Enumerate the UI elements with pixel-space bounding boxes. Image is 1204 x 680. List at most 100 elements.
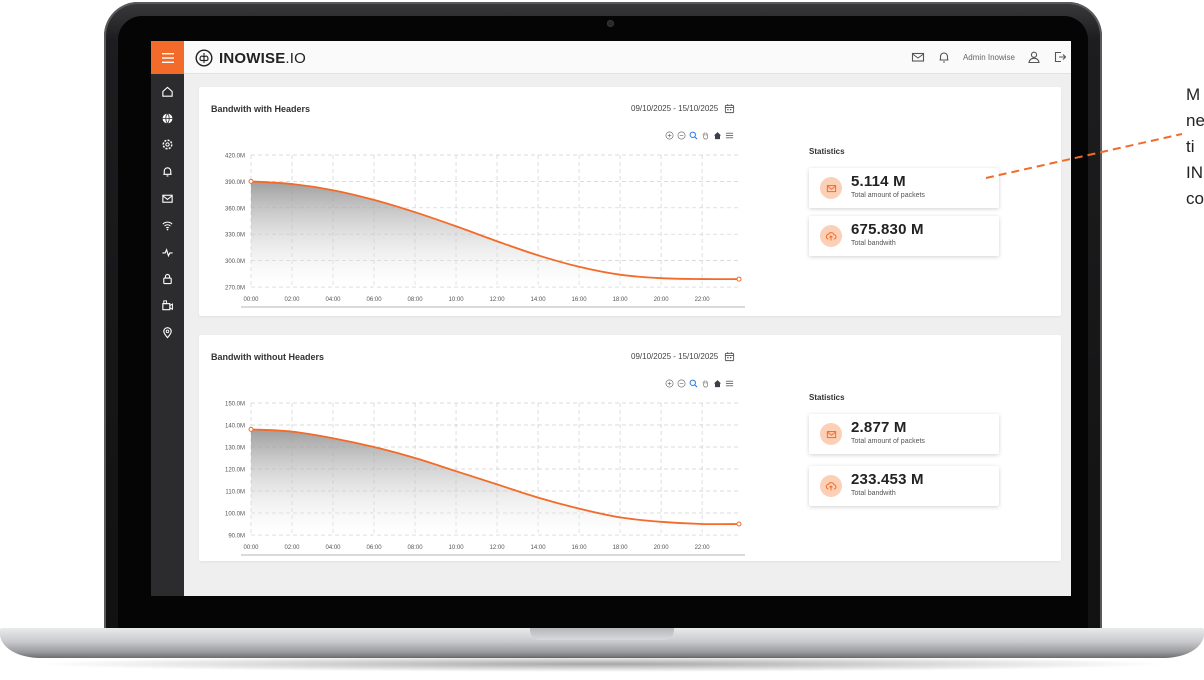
top-bar: INOWISE.IO Admin Inowise — [184, 41, 1071, 74]
top-right-actions: Admin Inowise — [911, 50, 1067, 64]
x-tick-label: 02:00 — [285, 545, 301, 551]
series-point — [248, 178, 254, 184]
camera-icon — [162, 300, 173, 311]
sidebar-item-security[interactable] — [151, 266, 184, 293]
stat-icon-badge — [820, 423, 842, 445]
bandwidth-without-headers-panel: Bandwith without Headers 09/10/2025 - 15… — [199, 335, 1061, 561]
sidebar-item-network[interactable] — [151, 105, 184, 132]
mail-icon — [826, 184, 836, 192]
date-range-picker[interactable]: 09/10/2025 - 15/10/2025 — [631, 103, 735, 114]
series-point — [736, 521, 742, 527]
menu-toggle-button[interactable] — [151, 41, 184, 74]
statistics-title: Statistics — [809, 147, 845, 156]
y-tick-label: 140.0M — [225, 424, 245, 430]
date-range-picker[interactable]: 09/10/2025 - 15/10/2025 — [631, 351, 735, 362]
x-tick-label: 10:00 — [449, 297, 465, 303]
callout-text: M ne ti IN co — [1186, 85, 1204, 208]
bandwidth-with-headers-chart: 270.0M 300.0M 330.0M 360.0M 390.0M 420.0M 00:0… — [225, 154, 745, 308]
bell-icon[interactable] — [937, 50, 951, 64]
y-tick-label: 120.0M — [225, 468, 245, 474]
logo-text-light: .IO — [285, 49, 307, 67]
stat-icon-badge — [820, 225, 842, 247]
y-tick-label: 360.0M — [225, 206, 245, 212]
sidebar-item-settings[interactable] — [151, 132, 184, 159]
y-tick-label: 420.0M — [225, 154, 245, 160]
x-tick-label: 12:00 — [490, 297, 506, 303]
calendar-icon[interactable] — [724, 103, 735, 114]
app-screen: INOWISE.IO Admin Inowise Bandwith with H… — [151, 41, 1071, 596]
sidebar-item-home[interactable] — [151, 78, 184, 105]
bandwidth-with-headers-panel: Bandwith with Headers 09/10/2025 - 15/10… — [199, 87, 1061, 316]
x-tick-label: 10:00 — [449, 545, 465, 551]
x-tick-label: 18:00 — [613, 297, 629, 303]
y-tick-label: 390.0M — [225, 180, 245, 186]
wifi-icon — [162, 221, 173, 231]
panel-title: Bandwith without Headers — [211, 352, 325, 362]
calendar-icon[interactable] — [724, 351, 735, 362]
sidebar-item-messages[interactable] — [151, 185, 184, 212]
y-tick-label: 130.0M — [225, 446, 245, 452]
mail-icon — [826, 430, 836, 438]
home-icon — [162, 86, 173, 97]
x-tick-label: 14:00 — [531, 297, 547, 303]
x-tick-label: 04:00 — [326, 297, 342, 303]
y-tick-label: 100.0M — [225, 512, 245, 518]
cloud-upload-icon — [825, 232, 837, 241]
globe-icon — [162, 112, 173, 124]
bandwidth-chart: 90.0M 100.0M 110.0M 120.0M 130.0M 140.0M 150.0… — [211, 385, 749, 557]
logout-icon[interactable] — [1053, 50, 1067, 64]
cloud-upload-icon — [825, 482, 837, 491]
statistics-section: Statistics 2.877 M Total amount of packe… — [809, 393, 999, 506]
stat-icon-badge — [820, 177, 842, 199]
x-tick-label: 22:00 — [695, 297, 711, 303]
stat-label: Total bandwith — [851, 490, 896, 497]
sidebar-item-locations[interactable] — [151, 319, 184, 346]
webcam — [607, 20, 614, 27]
location-icon — [163, 327, 172, 339]
stat-value: 233.453 M — [851, 471, 924, 488]
x-tick-label: 00:00 — [243, 545, 259, 551]
panel-title: Bandwith with Headers — [211, 104, 311, 114]
statistics-title: Statistics — [809, 393, 845, 402]
stat-label: Total bandwith — [851, 240, 896, 247]
bandwidth-without-headers-chart: 90.0M 100.0M 110.0M 120.0M 130.0M 140.0M 150.0… — [225, 402, 745, 556]
series-point — [736, 276, 742, 282]
x-tick-label: 02:00 — [285, 297, 301, 303]
x-tick-label: 14:00 — [531, 545, 547, 551]
bandwidth-chart: 270.0M 300.0M 330.0M 360.0M 390.0M 420.0M 00:0… — [211, 137, 749, 309]
x-tick-label: 04:00 — [326, 545, 342, 551]
app-logo[interactable]: INOWISE.IO — [195, 49, 306, 67]
y-tick-label: 90.0M — [228, 534, 245, 540]
sidebar-item-cameras[interactable] — [151, 292, 184, 319]
x-tick-label: 00:00 — [243, 297, 259, 303]
y-tick-label: 270.0M — [225, 286, 245, 292]
stat-icon-badge — [820, 475, 842, 497]
series-area-fill — [251, 429, 739, 535]
x-tick-label: 16:00 — [572, 297, 588, 303]
sidebar-item-alerts[interactable] — [151, 158, 184, 185]
user-icon[interactable] — [1027, 50, 1041, 64]
admin-name[interactable]: Admin Inowise — [963, 53, 1015, 62]
sidebar-item-activity[interactable] — [151, 239, 184, 266]
lock-icon — [163, 274, 172, 285]
sidebar-item-wireless[interactable] — [151, 212, 184, 239]
x-tick-label: 20:00 — [654, 297, 670, 303]
y-tick-label: 330.0M — [225, 233, 245, 239]
logo-text-bold: INOWISE — [219, 49, 286, 67]
logo-tree-icon — [195, 49, 213, 67]
hamburger-icon — [161, 52, 174, 63]
stat-value: 2.877 M — [851, 419, 907, 436]
x-tick-label: 22:00 — [695, 545, 711, 551]
stat-value: 5.114 M — [851, 173, 906, 190]
x-tick-label: 06:00 — [367, 545, 383, 551]
statistics-section: Statistics 5.114 M Total amount of packe… — [809, 147, 999, 256]
mail-icon[interactable] — [911, 50, 925, 64]
stage: INOWISE.IO Admin Inowise Bandwith with H… — [0, 0, 1204, 680]
x-tick-label: 18:00 — [613, 545, 629, 551]
stat-card-bandwidth: 675.830 M Total bandwith — [809, 216, 999, 256]
laptop-shadow — [30, 656, 1174, 672]
y-tick-label: 150.0M — [225, 402, 245, 408]
stat-card-bandwidth: 233.453 M Total bandwith — [809, 466, 999, 506]
date-range-text: 09/10/2025 - 15/10/2025 — [631, 352, 719, 361]
stat-label: Total amount of packets — [851, 438, 925, 445]
